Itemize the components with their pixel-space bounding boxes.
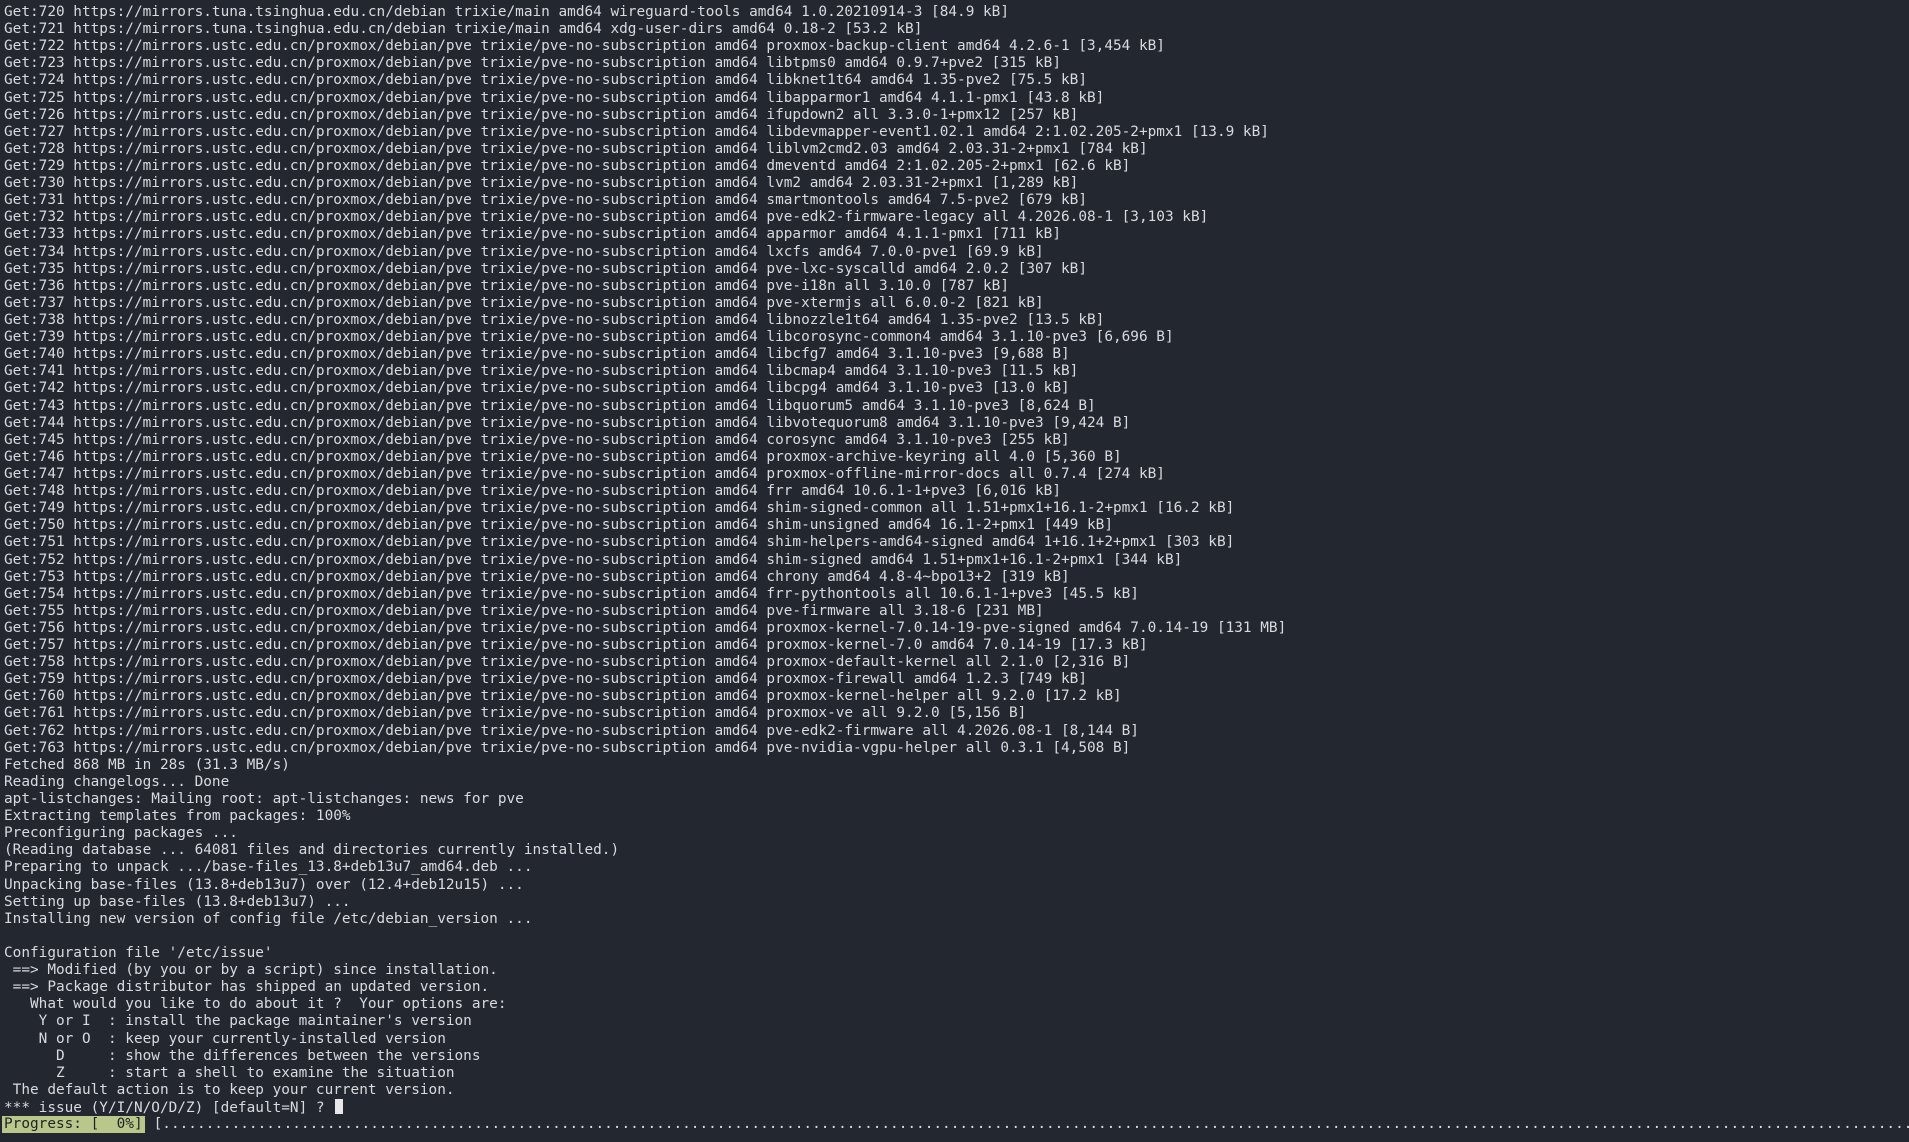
terminal-line: Get:723 https://mirrors.ustc.edu.cn/prox… bbox=[4, 55, 1061, 72]
terminal-line: Get:759 https://mirrors.ustc.edu.cn/prox… bbox=[4, 671, 1087, 688]
terminal-line: Get:757 https://mirrors.ustc.edu.cn/prox… bbox=[4, 637, 1148, 654]
progress-label: Progress: [ 0%] bbox=[2, 1116, 145, 1134]
terminal-line: Get:725 https://mirrors.ustc.edu.cn/prox… bbox=[4, 89, 1105, 106]
terminal-line: Get:749 https://mirrors.ustc.edu.cn/prox… bbox=[4, 500, 1235, 517]
terminal-line: Get:727 https://mirrors.ustc.edu.cn/prox… bbox=[4, 123, 1269, 140]
terminal-line: Configuration file '/etc/issue' bbox=[4, 945, 273, 962]
text-cursor bbox=[335, 1099, 344, 1114]
terminal-line: What would you like to do about it ? You… bbox=[4, 996, 507, 1013]
terminal-line: ==> Package distributor has shipped an u… bbox=[4, 979, 490, 996]
terminal-line: Get:761 https://mirrors.ustc.edu.cn/prox… bbox=[4, 705, 1027, 722]
terminal-line: Get:730 https://mirrors.ustc.edu.cn/prox… bbox=[4, 175, 1079, 192]
terminal-line: Get:755 https://mirrors.ustc.edu.cn/prox… bbox=[4, 602, 1044, 619]
terminal-line: Get:742 https://mirrors.ustc.edu.cn/prox… bbox=[4, 380, 1070, 397]
terminal-line: Get:739 https://mirrors.ustc.edu.cn/prox… bbox=[4, 329, 1174, 346]
terminal-line: Get:763 https://mirrors.ustc.edu.cn/prox… bbox=[4, 739, 1131, 756]
terminal-line: (Reading database ... 64081 files and di… bbox=[4, 842, 620, 859]
terminal-output: Get:720 https://mirrors.tuna.tsinghua.ed… bbox=[4, 4, 1909, 1099]
terminal-line: Get:722 https://mirrors.ustc.edu.cn/prox… bbox=[4, 38, 1165, 55]
terminal-line: Get:737 https://mirrors.ustc.edu.cn/prox… bbox=[4, 294, 1044, 311]
terminal-line: Get:754 https://mirrors.ustc.edu.cn/prox… bbox=[4, 585, 1139, 602]
terminal-line: Get:756 https://mirrors.ustc.edu.cn/prox… bbox=[4, 619, 1287, 636]
terminal-line: Get:720 https://mirrors.tuna.tsinghua.ed… bbox=[4, 4, 1010, 20]
terminal-line: N or O : keep your currently-installed v… bbox=[4, 1030, 446, 1047]
terminal-line: Get:762 https://mirrors.ustc.edu.cn/prox… bbox=[4, 722, 1139, 739]
progress-line: Progress: [ 0%] [.......................… bbox=[2, 1116, 1909, 1134]
terminal-line: Get:751 https://mirrors.ustc.edu.cn/prox… bbox=[4, 534, 1235, 551]
terminal-line: Preconfiguring packages ... bbox=[4, 825, 238, 842]
terminal-line: Reading changelogs... Done bbox=[4, 773, 230, 790]
terminal-line: Get:744 https://mirrors.ustc.edu.cn/prox… bbox=[4, 414, 1131, 431]
terminal-window[interactable]: Get:720 https://mirrors.tuna.tsinghua.ed… bbox=[0, 0, 1909, 1142]
terminal-line: Get:743 https://mirrors.ustc.edu.cn/prox… bbox=[4, 397, 1096, 414]
terminal-line: Get:733 https://mirrors.ustc.edu.cn/prox… bbox=[4, 226, 1061, 243]
terminal-line: Get:748 https://mirrors.ustc.edu.cn/prox… bbox=[4, 483, 1061, 500]
terminal-line: Get:747 https://mirrors.ustc.edu.cn/prox… bbox=[4, 465, 1165, 482]
terminal-line: Get:724 https://mirrors.ustc.edu.cn/prox… bbox=[4, 72, 1087, 89]
terminal-line: Get:729 https://mirrors.ustc.edu.cn/prox… bbox=[4, 157, 1131, 174]
terminal-line: Get:746 https://mirrors.ustc.edu.cn/prox… bbox=[4, 448, 1122, 465]
terminal-line: Z : start a shell to examine the situati… bbox=[4, 1064, 455, 1081]
terminal-line: Get:758 https://mirrors.ustc.edu.cn/prox… bbox=[4, 654, 1131, 671]
terminal-line: Get:741 https://mirrors.ustc.edu.cn/prox… bbox=[4, 363, 1079, 380]
terminal-line: ==> Modified (by you or by a script) sin… bbox=[4, 962, 498, 979]
terminal-line: Get:726 https://mirrors.ustc.edu.cn/prox… bbox=[4, 106, 1079, 123]
terminal-line: The default action is to keep your curre… bbox=[4, 1081, 455, 1098]
terminal-line: Get:731 https://mirrors.ustc.edu.cn/prox… bbox=[4, 192, 1087, 209]
terminal-line: Get:752 https://mirrors.ustc.edu.cn/prox… bbox=[4, 551, 1183, 568]
terminal-line: Installing new version of config file /e… bbox=[4, 910, 533, 927]
terminal-line: Fetched 868 MB in 28s (31.3 MB/s) bbox=[4, 756, 290, 773]
terminal-line: Extracting templates from packages: 100% bbox=[4, 808, 351, 825]
terminal-line: Get:728 https://mirrors.ustc.edu.cn/prox… bbox=[4, 140, 1148, 157]
terminal-line: Get:740 https://mirrors.ustc.edu.cn/prox… bbox=[4, 346, 1070, 363]
terminal-line: Y or I : install the package maintainer'… bbox=[4, 1013, 472, 1030]
terminal-line: Get:760 https://mirrors.ustc.edu.cn/prox… bbox=[4, 688, 1122, 705]
terminal-line: apt-listchanges: Mailing root: apt-listc… bbox=[4, 791, 524, 808]
terminal-line: Setting up base-files (13.8+deb13u7) ... bbox=[4, 893, 351, 910]
terminal-line: Get:734 https://mirrors.ustc.edu.cn/prox… bbox=[4, 243, 1044, 260]
terminal-line: Get:750 https://mirrors.ustc.edu.cn/prox… bbox=[4, 517, 1113, 534]
progress-track: [.......................................… bbox=[153, 1116, 1909, 1133]
terminal-line: Get:738 https://mirrors.ustc.edu.cn/prox… bbox=[4, 311, 1105, 328]
terminal-line: Get:735 https://mirrors.ustc.edu.cn/prox… bbox=[4, 260, 1087, 277]
terminal-line: Get:753 https://mirrors.ustc.edu.cn/prox… bbox=[4, 568, 1070, 585]
terminal-line: D : show the differences between the ver… bbox=[4, 1047, 481, 1064]
terminal-line: Get:736 https://mirrors.ustc.edu.cn/prox… bbox=[4, 277, 1010, 294]
terminal-line: Get:732 https://mirrors.ustc.edu.cn/prox… bbox=[4, 209, 1209, 226]
terminal-line: Get:745 https://mirrors.ustc.edu.cn/prox… bbox=[4, 431, 1070, 448]
prompt-text: *** issue (Y/I/N/O/D/Z) [default=N] ? bbox=[4, 1100, 334, 1116]
terminal-line: Unpacking base-files (13.8+deb13u7) over… bbox=[4, 876, 524, 893]
terminal-line: Get:721 https://mirrors.tuna.tsinghua.ed… bbox=[4, 21, 923, 38]
prompt-line[interactable]: *** issue (Y/I/N/O/D/Z) [default=N] ? bbox=[4, 1099, 1909, 1116]
terminal-line: Preparing to unpack .../base-files_13.8+… bbox=[4, 859, 533, 876]
